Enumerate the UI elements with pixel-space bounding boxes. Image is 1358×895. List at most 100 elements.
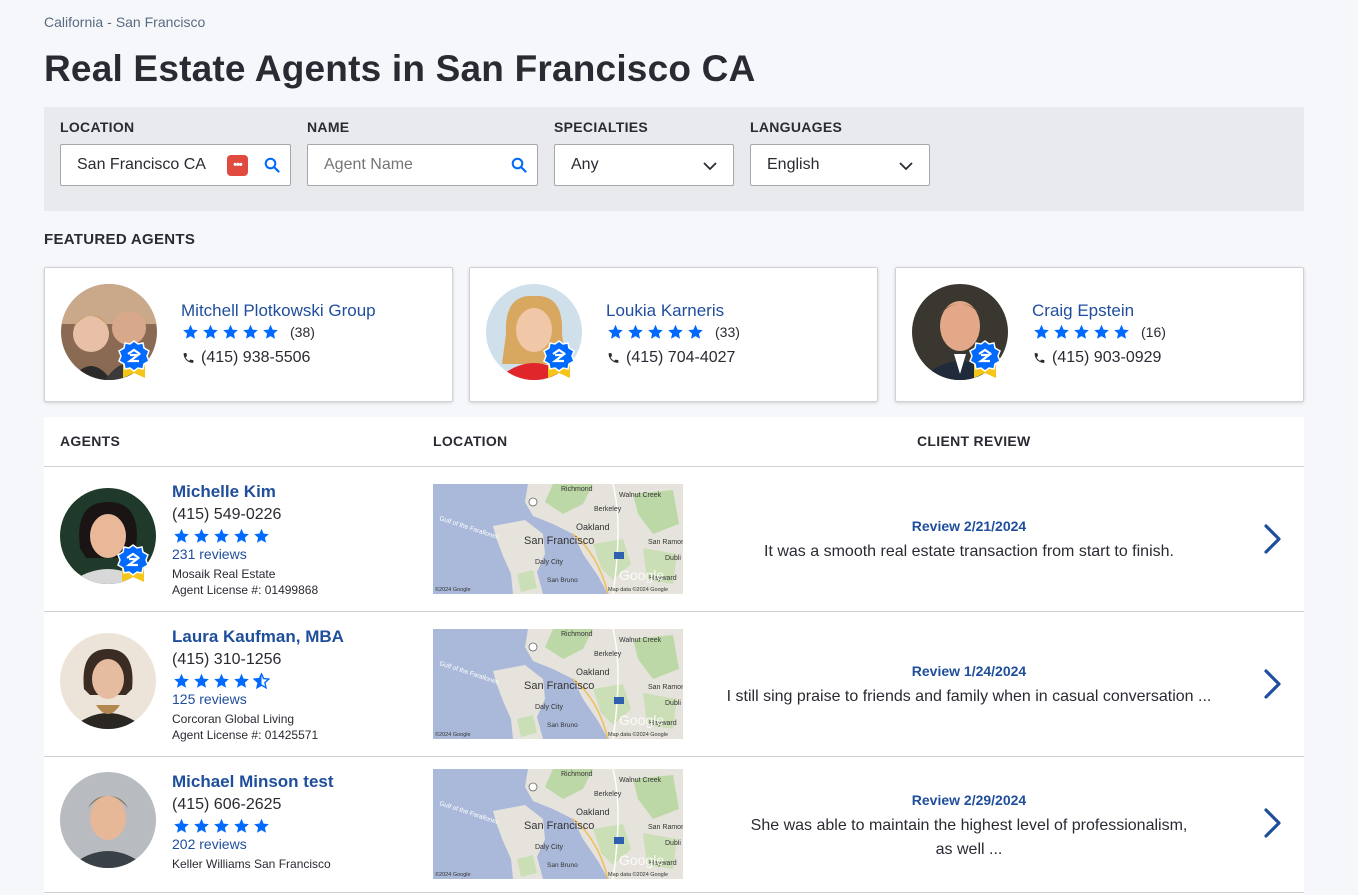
phone-number: (415) 704-4027 <box>626 349 736 366</box>
client-review: Review 1/24/2024 I still sing praise to … <box>704 663 1234 709</box>
location-field[interactable]: ••• <box>60 144 291 186</box>
featured-agent-name[interactable]: Loukia Karneris <box>606 301 724 321</box>
star-icon <box>194 528 209 543</box>
map-label: Daly City <box>535 844 564 851</box>
table-row[interactable]: Laura Kaufman, MBA (415) 310-1256 125 re… <box>44 612 1304 757</box>
featured-agent-phone[interactable]: (415) 903-0929 <box>1033 349 1161 367</box>
map-label: Dubli <box>665 700 681 707</box>
map-label: Oakland <box>576 522 610 532</box>
featured-agent-name[interactable]: Mitchell Plotkowski Group <box>181 301 376 321</box>
map-label: Map data ©2024 Google <box>608 586 668 593</box>
agent-name[interactable]: Michelle Kim <box>172 482 276 502</box>
map-label: Dubli <box>665 840 681 847</box>
map-label: Map data ©2024 Google <box>608 871 668 878</box>
map-label: Richmond <box>561 486 593 493</box>
phone-icon <box>1034 353 1045 363</box>
location-input[interactable] <box>61 145 290 185</box>
star-icon <box>174 673 189 688</box>
map-label: San Ramon <box>648 684 683 691</box>
star-icon <box>234 818 249 833</box>
star-icon <box>174 818 189 833</box>
agent-name[interactable]: Laura Kaufman, MBA <box>172 627 344 647</box>
location-map[interactable]: Richmond Walnut Creek Berkeley Oakland S… <box>433 484 683 594</box>
chevron-down-icon <box>899 162 913 171</box>
featured-agents-title: FEATURED AGENTS <box>44 231 196 248</box>
featured-agent-card[interactable]: Mitchell Plotkowski Group (38) (415) 938… <box>44 267 453 402</box>
specialties-select[interactable]: Any <box>554 144 734 186</box>
star-icon <box>1034 324 1049 339</box>
column-header-agents: AGENTS <box>60 433 121 449</box>
chevron-right-icon[interactable] <box>1262 668 1284 700</box>
agent-name-input[interactable] <box>308 145 537 185</box>
half-star-icon <box>253 673 270 689</box>
filter-bar: LOCATION ••• NAME SPECIALTIES Any LANGUA… <box>44 107 1304 211</box>
reviews-link[interactable]: 231 reviews <box>172 546 247 562</box>
breadcrumb-city[interactable]: San Francisco <box>116 14 205 30</box>
review-count: (16) <box>1141 324 1166 340</box>
agent-phone[interactable]: (415) 310-1256 <box>172 651 281 669</box>
star-icon <box>1054 324 1069 339</box>
map-label: Berkeley <box>594 506 622 513</box>
map-label: Walnut Creek <box>619 777 662 784</box>
star-icon <box>183 324 198 339</box>
featured-agent-phone[interactable]: (415) 938-5506 <box>182 349 310 367</box>
review-text: I still sing praise to friends and famil… <box>726 688 1212 705</box>
table-row[interactable]: Michelle Kim (415) 549-0226 231 reviews … <box>44 467 1304 612</box>
star-icon <box>254 818 269 833</box>
languages-select[interactable]: English <box>750 144 930 186</box>
column-header-location: LOCATION <box>433 433 508 449</box>
avatar[interactable] <box>60 772 156 868</box>
client-review: Review 2/29/2024 She was able to maintai… <box>704 792 1234 862</box>
rating-stars <box>173 818 273 834</box>
review-count: (38) <box>290 324 315 340</box>
agent-name[interactable]: Michael Minson test <box>172 772 334 792</box>
star-icon <box>668 324 683 339</box>
featured-agent-phone[interactable]: (415) 704-4027 <box>607 349 735 367</box>
location-label: LOCATION <box>60 119 135 135</box>
star-icon <box>234 528 249 543</box>
star-icon <box>223 324 238 339</box>
chevron-right-icon[interactable] <box>1262 807 1284 839</box>
star-icon <box>214 528 229 543</box>
breadcrumb-state[interactable]: California <box>44 14 103 30</box>
avatar[interactable] <box>60 633 156 729</box>
location-map[interactable]: Richmond Walnut Creek Berkeley Oakland S… <box>433 769 683 879</box>
star-icon <box>1114 324 1129 339</box>
table-row[interactable]: Michael Minson test (415) 606-2625 202 r… <box>44 757 1304 893</box>
brokerage-name: Corcoran Global Living <box>172 712 295 726</box>
rating-stars <box>173 673 273 689</box>
featured-agent-name[interactable]: Craig Epstein <box>1032 301 1134 321</box>
premier-agent-badge-icon <box>543 340 575 378</box>
phone-icon <box>608 353 619 363</box>
star-icon <box>688 324 703 339</box>
reviews-link[interactable]: 202 reviews <box>172 836 247 852</box>
languages-label: LANGUAGES <box>750 119 843 135</box>
chevron-right-icon[interactable] <box>1262 523 1284 555</box>
review-text: It was a smooth real estate transaction … <box>764 543 1174 560</box>
map-label: Daly City <box>535 704 564 711</box>
review-date: Review 2/21/2024 <box>911 518 1027 534</box>
map-label: Berkeley <box>594 651 622 658</box>
review-text: She was able to maintain the highest lev… <box>750 817 1188 858</box>
star-icon <box>254 528 269 543</box>
search-icon[interactable] <box>511 157 527 173</box>
featured-agent-card[interactable]: Craig Epstein (16) (415) 903-0929 <box>895 267 1304 402</box>
agent-phone[interactable]: (415) 606-2625 <box>172 796 281 814</box>
password-manager-icon[interactable]: ••• <box>227 155 248 176</box>
chevron-down-icon <box>703 162 717 171</box>
star-icon <box>243 324 258 339</box>
map-label: Walnut Creek <box>619 637 662 644</box>
featured-agent-card[interactable]: Loukia Karneris (33) (415) 704-4027 <box>469 267 878 402</box>
star-icon <box>194 818 209 833</box>
phone-icon <box>183 353 194 363</box>
agent-phone[interactable]: (415) 549-0226 <box>172 506 281 524</box>
agent-license: Agent License #: 01425571 <box>172 728 319 742</box>
name-field[interactable] <box>307 144 538 186</box>
map-label: Walnut Creek <box>619 492 662 499</box>
location-map[interactable]: Richmond Walnut Creek Berkeley Oakland S… <box>433 629 683 739</box>
search-icon[interactable] <box>264 157 280 173</box>
premier-agent-badge-icon <box>118 340 150 378</box>
reviews-link[interactable]: 125 reviews <box>172 691 247 707</box>
map-label: San Bruno <box>547 862 578 869</box>
brokerage-name: Mosaik Real Estate <box>172 567 276 581</box>
